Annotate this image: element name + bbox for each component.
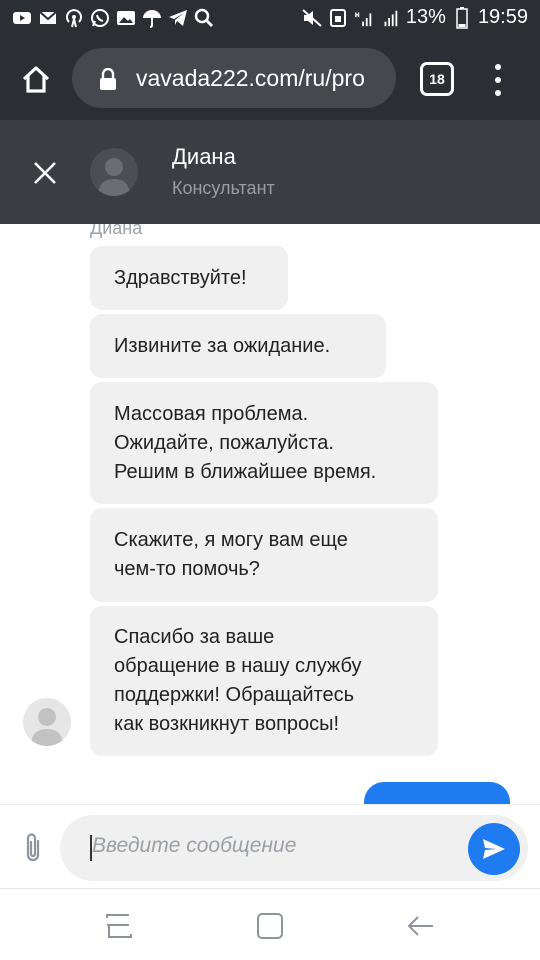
tab-count: 18 — [429, 71, 445, 87]
message-input[interactable]: Введите сообщение — [92, 834, 296, 858]
back-icon[interactable] — [406, 911, 436, 941]
message-text: Извините за ожидание. — [114, 334, 331, 357]
message-bubble: Спасибо за ваше обращение в нашу службу … — [90, 606, 438, 756]
menu-dot — [495, 77, 501, 83]
close-icon[interactable] — [30, 158, 60, 188]
user-silhouette-icon — [31, 708, 63, 746]
battery-icon — [452, 6, 472, 29]
whatsapp-icon — [90, 8, 110, 28]
agent-role: Консультант — [172, 178, 275, 198]
composer: Введите сообщение — [0, 804, 540, 888]
home-icon — [22, 66, 50, 93]
lock-icon — [100, 68, 116, 90]
gmail-icon — [38, 8, 58, 28]
status-bar: 13% 19:59 — [0, 0, 540, 36]
url-text: vavada222.com/ru/pro — [136, 65, 365, 91]
battery-percent: 13% — [405, 6, 446, 28]
gallery-icon — [116, 8, 136, 28]
notification-icons — [12, 8, 214, 28]
user-silhouette-icon — [98, 158, 130, 196]
hotspot-icon — [64, 8, 84, 28]
paperclip-icon[interactable] — [18, 831, 48, 865]
mute-icon — [302, 8, 322, 28]
message-bubble: Извините за ожидание. — [90, 314, 386, 378]
agent-avatar — [90, 148, 138, 196]
address-bar[interactable]: vavada222.com/ru/pro — [72, 48, 396, 108]
search-icon — [194, 8, 214, 28]
agent-name: Диана — [172, 144, 236, 169]
message-text: Скажите, я могу вам еще чем-то помочь? — [114, 529, 348, 580]
menu-dot — [495, 64, 501, 70]
signal-icon — [354, 8, 374, 28]
home-nav-icon[interactable] — [255, 911, 285, 941]
message-bubble: Здравствуйте! — [90, 246, 288, 310]
user-message-bubble — [364, 782, 510, 804]
recent-apps-icon[interactable] — [104, 911, 134, 941]
message-bubble: Скажите, я могу вам еще чем-то помочь? — [90, 508, 438, 602]
signal-icon-2 — [380, 8, 400, 28]
message-text: Спасибо за ваше обращение в нашу службу … — [114, 626, 362, 735]
volte-icon — [328, 8, 348, 28]
menu-dot — [495, 90, 501, 96]
message-list[interactable]: Диана Здравствуйте! Извините за ожидание… — [0, 224, 540, 804]
message-text: Здравствуйте! — [114, 266, 247, 289]
umbrella-icon — [142, 8, 162, 28]
system-navigation-bar — [0, 888, 540, 960]
youtube-icon — [12, 8, 32, 28]
message-text: Массовая проблема. Ожидайте, пожалуйста.… — [114, 402, 377, 483]
browser-menu-button[interactable] — [486, 60, 510, 100]
agent-message-avatar — [23, 698, 71, 746]
screen: 13% 19:59 vavada222.com/ru/pro 18 Диана … — [0, 0, 540, 960]
system-status: 13% 19:59 — [302, 6, 528, 29]
send-button[interactable] — [468, 823, 520, 875]
browser-toolbar: vavada222.com/ru/pro 18 — [0, 36, 540, 120]
tab-switcher-button[interactable]: 18 — [420, 62, 454, 96]
message-input-container[interactable]: Введите сообщение — [60, 815, 528, 881]
clock: 19:59 — [477, 6, 528, 28]
sender-label: Диана — [90, 224, 143, 238]
telegram-icon — [168, 8, 188, 28]
send-icon — [483, 839, 505, 859]
home-button[interactable] — [16, 60, 56, 100]
chat-header: Диана Консультант — [0, 120, 540, 224]
message-bubble: Массовая проблема. Ожидайте, пожалуйста.… — [90, 382, 438, 504]
